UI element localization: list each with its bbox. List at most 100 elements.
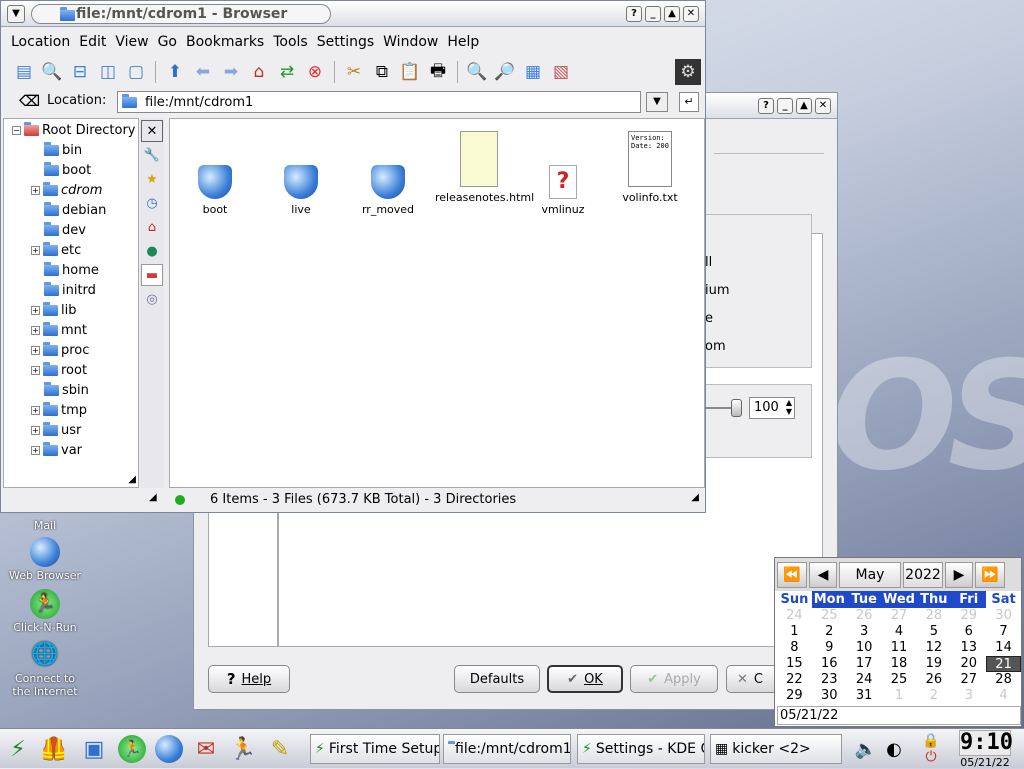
tree-item-initrd[interactable]: initrd [32,280,96,300]
calendar-day[interactable]: 28 [986,672,1021,688]
expand-icon[interactable]: + [31,245,40,255]
print-icon[interactable]: 🖶 [425,59,451,85]
location-dropdown-icon[interactable]: ▼ [646,92,668,112]
close-icon[interactable]: ✕ [815,97,831,114]
tree-item-bin[interactable]: bin [32,140,82,160]
task-first-time-setup[interactable]: ⚡ First Time Setup [310,734,440,764]
tree-view-icon[interactable]: ▧ [548,59,574,85]
calendar-day[interactable]: 29 [951,608,986,624]
split-vertical-icon[interactable]: ◫ [95,59,121,85]
tree-item-root[interactable]: + root [31,360,87,380]
menu-bookmarks[interactable]: Bookmarks [186,34,264,50]
calendar-day[interactable]: 19 [916,656,951,672]
stop-icon[interactable]: ⊗ [302,59,328,85]
network-globe-icon[interactable]: ● [141,240,163,262]
back-arrow-icon[interactable]: ⬅ [190,59,216,85]
resize-grip-icon[interactable]: ◢ [149,492,157,503]
calendar-day[interactable]: 27 [951,672,986,688]
year-selector[interactable]: 2022 [903,561,943,588]
calendar-day[interactable]: 30 [812,688,847,704]
go-icon[interactable]: ↵ [679,92,699,112]
calendar-day[interactable]: 2 [812,624,847,640]
expand-icon[interactable]: + [31,345,40,355]
menu-tools[interactable]: Tools [273,34,308,50]
editor-icon[interactable]: ✎ [264,733,296,765]
logout-icon[interactable]: ⏻ [925,749,936,765]
menu-go[interactable]: Go [158,34,177,50]
calendar-day[interactable]: 12 [916,640,951,656]
calendar-day[interactable]: 20 [951,656,986,672]
calendar-day[interactable]: 6 [951,624,986,640]
calendar-day[interactable]: 2 [916,688,951,704]
expand-icon[interactable]: + [31,325,40,335]
tree-item-boot[interactable]: boot [32,160,91,180]
desktop-icon-mail[interactable]: Mail [0,519,90,532]
zoom-out-icon[interactable]: 🔎 [492,59,518,85]
maximize-icon[interactable]: ▲ [664,5,680,22]
calendar-day[interactable]: 26 [916,672,951,688]
up-arrow-icon[interactable]: ⬆ [162,59,188,85]
calendar-day[interactable]: 4 [882,624,917,640]
ok-button[interactable]: ✔ OK [547,665,623,693]
bookmarks-star-icon[interactable]: ★ [141,168,163,190]
calendar-day[interactable]: 1 [777,624,812,640]
services-icon[interactable]: ◎ [141,288,163,310]
icon-view-icon[interactable]: ▦ [520,59,546,85]
calendar-day[interactable]: 9 [812,640,847,656]
maximize-icon[interactable]: ▲ [796,97,812,114]
menu-edit[interactable]: Edit [79,34,106,50]
zoom-in-icon[interactable]: 🔍 [464,59,490,85]
forward-arrow-icon[interactable]: ➡ [218,59,244,85]
calendar-day[interactable]: 18 [882,656,917,672]
next-year-icon[interactable]: ⏩ [975,561,1005,588]
mail-icon[interactable]: ✉ [190,733,222,765]
resize-grip-icon[interactable]: ◢ [691,492,699,503]
date-input[interactable]: 05/21/22 [777,706,1021,725]
help-button[interactable]: ? Help [208,665,290,693]
calendar-day[interactable]: 4 [986,688,1021,704]
calendar-day[interactable]: 26 [847,608,882,624]
zoom-icon[interactable]: 🔍 [39,59,65,85]
tree-item-usr[interactable]: + usr [31,420,81,440]
calendar-day[interactable]: 7 [986,624,1021,640]
tree-item-proc[interactable]: + proc [31,340,89,360]
sidebar-toggle-icon[interactable]: ▤ [11,59,37,85]
wrench-icon[interactable]: 🔧 [141,144,163,166]
web-browser-icon[interactable] [153,733,185,765]
calendar-day[interactable]: 24 [777,608,812,624]
previous-year-icon[interactable]: ⏪ [777,561,807,588]
calendar-day[interactable]: 3 [951,688,986,704]
file-item-boot[interactable]: boot [175,151,255,216]
calendar-day[interactable]: 29 [777,688,812,704]
calendar-day[interactable]: 31 [847,688,882,704]
connect-icon[interactable]: 🏃 [227,733,259,765]
expand-icon[interactable]: + [31,405,40,415]
menu-view[interactable]: View [115,34,148,50]
view-icon[interactable]: ▢ [123,59,149,85]
calendar-day[interactable]: 22 [777,672,812,688]
file-item-rr-moved[interactable]: rr_moved [348,151,428,216]
calendar-day[interactable]: 5 [916,624,951,640]
collapse-icon[interactable]: − [12,125,21,135]
tree-item-tmp[interactable]: + tmp [31,400,87,420]
expand-icon[interactable]: + [31,425,40,435]
calendar-day[interactable]: 21 [986,656,1021,672]
menu-settings[interactable]: Settings [317,34,374,50]
tree-item-etc[interactable]: + etc [31,240,81,260]
calendar-day[interactable]: 25 [882,672,917,688]
calendar-day[interactable]: 11 [882,640,917,656]
copy-icon[interactable]: ⧉ [369,59,395,85]
help-icon[interactable]: ? [758,97,774,114]
desktop-icon-connect[interactable]: 🌐 Connect to the Internet [0,640,90,698]
help-icon[interactable]: ? [626,5,642,22]
tree-item-var[interactable]: + var [31,440,82,460]
month-selector[interactable]: May [839,561,901,588]
window-menu-icon[interactable]: ▼ [7,4,25,23]
tree-item-cdrom[interactable]: + cdrom [31,180,102,200]
menu-window[interactable]: Window [383,34,438,50]
expand-icon[interactable]: + [31,185,40,195]
calendar-day[interactable]: 27 [882,608,917,624]
tree-item-dev[interactable]: dev [32,220,86,240]
apply-button[interactable]: ✔ Apply [630,665,718,693]
task-kicker[interactable]: ▦ kicker <2> [710,734,842,764]
